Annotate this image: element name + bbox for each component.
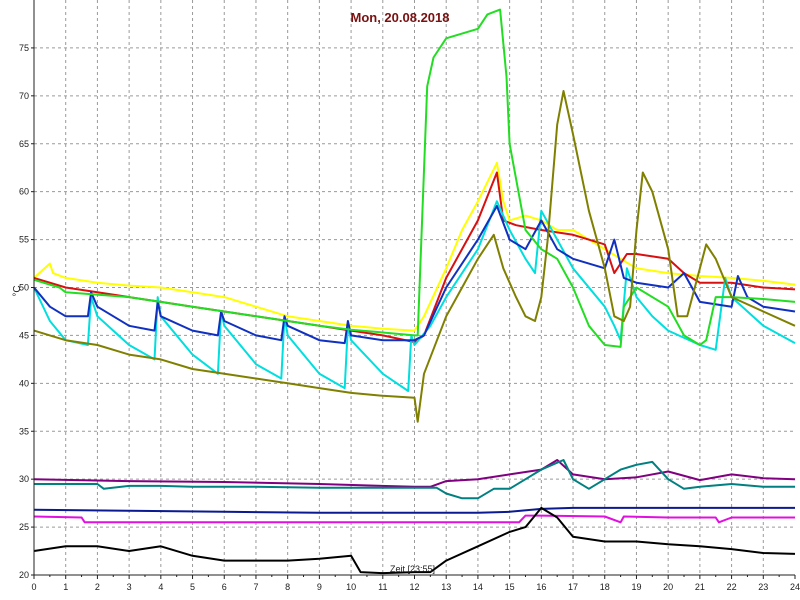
x-tick-label: 11 [378, 582, 387, 592]
y-tick-label: 35 [19, 426, 29, 436]
x-tick-label: 9 [317, 582, 322, 592]
x-tick-label: 14 [473, 582, 483, 592]
x-tick-label: 16 [536, 582, 546, 592]
x-tick-label: 7 [253, 582, 258, 592]
x-tick-labels: 0 1 2 3 4 5 6 7 8 9 10 11 12 13 14 15 16 17 18 19 20 21 22 23 24 [31, 582, 800, 592]
y-tick-label: 55 [19, 235, 29, 245]
x-tick-label: 5 [190, 582, 195, 592]
y-tick-label: 20 [19, 570, 29, 580]
x-tick-label: 24 [790, 582, 800, 592]
time-annotation: Zeit [23:55] [390, 564, 435, 574]
line-chart: 0 1 2 3 4 5 6 7 8 9 10 11 12 13 14 15 16 17 18 19 20 21 22 23 24… [12, 0, 800, 592]
y-tick-label: 30 [19, 474, 29, 484]
x-tick-label: 1 [63, 582, 68, 592]
x-tick-label: 15 [505, 582, 515, 592]
y-tick-label: 75 [19, 43, 29, 53]
x-tick-label: 21 [695, 582, 705, 592]
x-tick-label: 8 [285, 582, 290, 592]
y-tick-label: 45 [19, 330, 29, 340]
x-tick-label: 20 [663, 582, 673, 592]
x-tick-label: 23 [758, 582, 768, 592]
x-tick-label: 19 [631, 582, 641, 592]
y-tick-labels: 202530354045505560657075 [19, 43, 29, 580]
x-tick-label: 4 [158, 582, 163, 592]
x-tick-label: 18 [600, 582, 610, 592]
y-tick-label: 70 [19, 91, 29, 101]
x-tick-label: 2 [95, 582, 100, 592]
x-tick-label: 13 [441, 582, 451, 592]
x-tick-label: 17 [568, 582, 578, 592]
x-tick-label: 12 [409, 582, 419, 592]
y-tick-label: 25 [19, 522, 29, 532]
x-tick-label: 0 [31, 582, 36, 592]
y-tick-label: 65 [19, 139, 29, 149]
x-tick-label: 6 [222, 582, 227, 592]
y-tick-label: 60 [19, 187, 29, 197]
x-tick-label: 22 [727, 582, 737, 592]
x-tick-label: 10 [346, 582, 356, 592]
y-tick-label: 40 [19, 378, 29, 388]
chart-title: Mon, 20.08.2018 [351, 10, 450, 25]
x-tick-label: 3 [127, 582, 132, 592]
y-axis-label: °C [12, 285, 23, 296]
